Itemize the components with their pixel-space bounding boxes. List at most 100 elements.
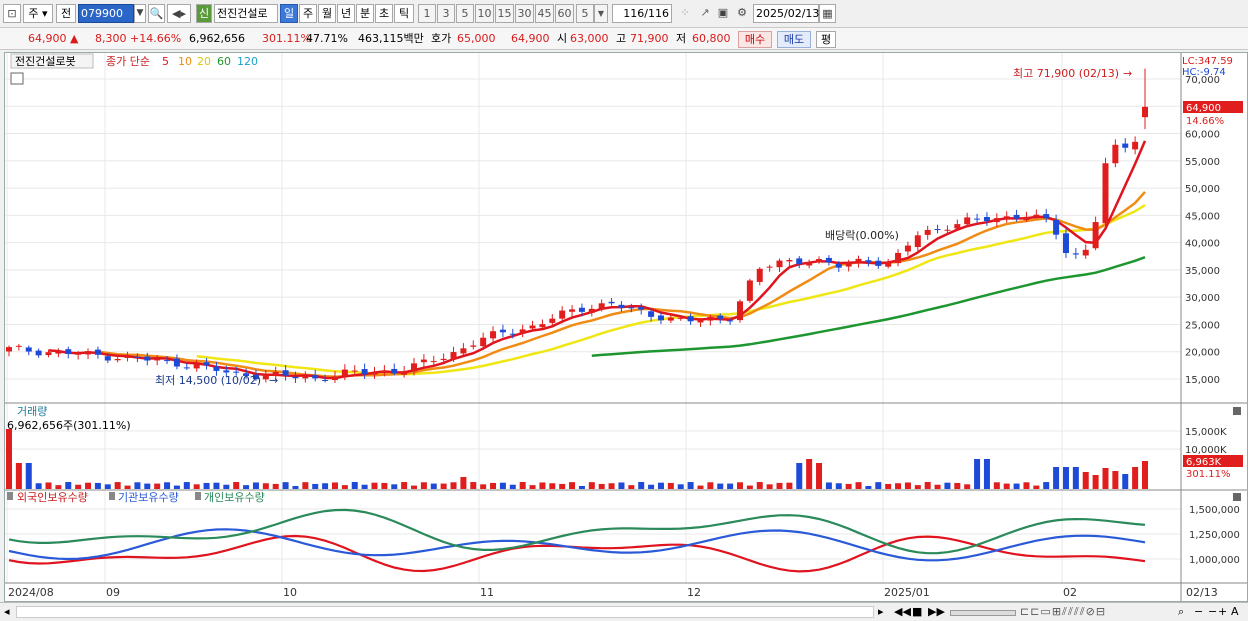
volume-bar <box>193 484 200 489</box>
market-prefix-button[interactable]: 전 <box>56 4 76 23</box>
stock-name-field[interactable]: 전진건설로 <box>214 4 278 23</box>
volume-bar <box>411 485 418 489</box>
legend-stock-name: 전진건설로봇 <box>15 55 76 68</box>
legend-ma-label: 종가 단순 <box>106 55 150 68</box>
dividend-annotation: 배당락(0.00%) <box>825 229 899 242</box>
drawing-tools-icons[interactable]: ⊏⊏▭⊞⫽⫽⫽⫽⊘⊟ <box>1020 605 1170 620</box>
period-tab-second[interactable]: 초 <box>375 4 393 23</box>
minute-option-60[interactable]: 60 <box>555 4 574 23</box>
buy-button[interactable]: 매수 <box>738 31 772 48</box>
volume-bar <box>134 482 141 489</box>
candle-body <box>430 361 437 363</box>
grid-icon[interactable]: ⁘ <box>676 4 694 23</box>
candle-body <box>6 347 12 352</box>
calendar-icon[interactable]: ▦ <box>819 4 836 23</box>
minute-option-10[interactable]: 10 <box>475 4 494 23</box>
candle-body <box>104 356 111 361</box>
candle-body <box>756 268 763 282</box>
font-size-icon[interactable]: A <box>1231 605 1241 620</box>
magnify-icon[interactable]: ⌕ <box>1178 605 1190 620</box>
toolbar: ⊡ 주 ▾ 전 079900 ▼ 🔍 ◀▸ 신 전진건설로 일 주 월 년 분 … <box>0 0 1248 28</box>
volume-title: 거래량 <box>17 405 47 418</box>
x-axis-labels: 2024/08 09 10 11 12 2025/01 02 02/13 <box>8 586 1218 599</box>
candle-body <box>262 374 269 380</box>
zoom-slider[interactable] <box>950 610 1016 616</box>
minute-option-45[interactable]: 45 <box>535 4 554 23</box>
volume-bar <box>252 482 259 489</box>
eval-button[interactable]: 평 <box>816 31 836 48</box>
volume-bar <box>6 429 12 489</box>
period-tab-tick[interactable]: 틱 <box>394 4 414 23</box>
volume-bar <box>173 485 180 489</box>
candle-body <box>1003 216 1010 219</box>
candle-body <box>1082 249 1089 256</box>
candle-body <box>885 262 892 267</box>
volume-bar <box>440 483 447 489</box>
volume-bar <box>470 482 477 489</box>
candle-body <box>203 362 210 366</box>
period-tab-day[interactable]: 일 <box>280 4 298 23</box>
legend-ma-5: 5 <box>162 55 169 68</box>
volume-bar <box>1003 483 1010 489</box>
period-tab-week[interactable]: 주 <box>299 4 317 23</box>
price-tick-label: 15,000 <box>1185 375 1220 386</box>
candle-body <box>173 358 180 367</box>
draw-tool-icon[interactable]: ↗ <box>696 4 714 23</box>
scroll-right-icon[interactable]: ▸ <box>878 605 892 620</box>
volume-bar <box>480 484 487 489</box>
zoom-in-icon[interactable]: + <box>1218 605 1228 620</box>
period-tab-minute[interactable]: 분 <box>356 4 374 23</box>
minus-icon[interactable]: − <box>1208 605 1218 620</box>
minute-option-15[interactable]: 15 <box>495 4 514 23</box>
save-icon[interactable]: ▣ <box>714 4 732 23</box>
minute-option-1[interactable]: 1 <box>418 4 436 23</box>
ask-label: 호가 <box>431 32 452 45</box>
rewind-icon[interactable]: ◀◀ <box>894 605 911 620</box>
candle-body <box>648 311 655 317</box>
stock-code-input[interactable]: 079900 <box>78 4 134 23</box>
volume-bar <box>825 482 832 489</box>
stop-icon[interactable]: ■ <box>912 605 926 620</box>
holding-panel-close-icon[interactable] <box>1233 493 1241 501</box>
count-field[interactable]: 116/116 <box>612 4 672 23</box>
current-pct-tag: 14.66% <box>1186 116 1224 127</box>
window-menu-icon[interactable]: ⊡ <box>3 4 21 23</box>
volume-bar <box>1072 467 1079 489</box>
candle-body <box>499 329 506 333</box>
low-value: 60,800 <box>692 32 731 45</box>
horizontal-scrollbar[interactable] <box>16 606 874 618</box>
interval-dropdown-icon[interactable]: ▼ <box>594 4 608 23</box>
date-tick-label: 11 <box>480 586 494 599</box>
period-tab-month[interactable]: 월 <box>318 4 336 23</box>
volume-bar <box>638 482 645 489</box>
volume-bar <box>85 482 92 489</box>
period-tab-year[interactable]: 년 <box>337 4 355 23</box>
settings-gear-icon[interactable]: ⚙ <box>733 4 751 23</box>
volume-bar <box>835 483 842 489</box>
volume-panel-close-icon[interactable] <box>1233 407 1241 415</box>
fast-forward-icon[interactable]: ▶▶ <box>928 605 945 620</box>
chart-area[interactable]: 70,00065,00060,00055,00050,00045,00040,0… <box>4 52 1248 602</box>
code-dropdown-icon[interactable]: ▼ <box>134 4 146 23</box>
holding-bullet-2 <box>109 492 115 500</box>
zoom-out-icon[interactable]: − <box>1194 605 1204 620</box>
candle-body <box>835 263 842 268</box>
panel-table-icon[interactable] <box>10 72 24 85</box>
scroll-left-icon[interactable]: ◂ <box>4 605 14 620</box>
speaker-icon[interactable]: ◀▸ <box>167 4 191 23</box>
date-field[interactable]: 2025/02/13 <box>753 4 819 23</box>
minute-option-30[interactable]: 30 <box>515 4 534 23</box>
candle-body <box>1033 214 1040 217</box>
minute-option-5[interactable]: 5 <box>456 4 474 23</box>
volume-bar <box>292 485 299 489</box>
legend-ma-60: 60 <box>217 55 231 68</box>
volume-bar <box>1062 467 1069 489</box>
volume-bar <box>450 482 457 489</box>
search-icon[interactable]: 🔍 <box>148 4 165 23</box>
volume-bar <box>499 482 506 489</box>
period-type-select[interactable]: 주 ▾ <box>23 4 53 23</box>
custom-interval-input[interactable]: 5 <box>576 4 594 23</box>
candle-body <box>974 218 981 220</box>
minute-option-3[interactable]: 3 <box>437 4 455 23</box>
sell-button[interactable]: 매도 <box>777 31 811 48</box>
